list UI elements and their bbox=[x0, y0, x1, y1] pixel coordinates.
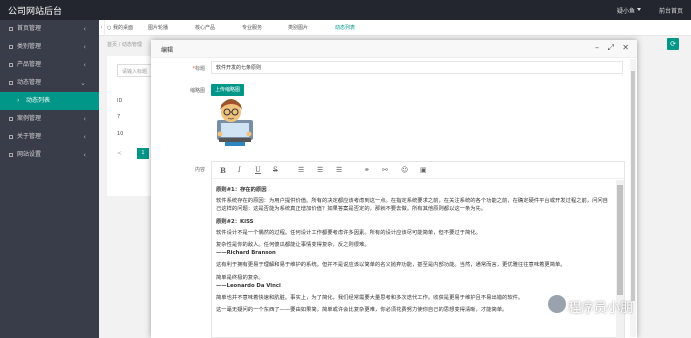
search-input[interactable]: 请输入标题 bbox=[117, 64, 153, 77]
modal-header: 编辑 – ⤢ ✕ bbox=[151, 40, 637, 58]
align-center-icon[interactable]: ☰ bbox=[317, 166, 323, 174]
title-label: *标题 bbox=[192, 66, 205, 72]
table-row[interactable]: 10 bbox=[117, 131, 123, 137]
modal-title: 编辑 bbox=[161, 47, 174, 54]
top-bar: 公司网站后台 疑小鱼 前台首页 bbox=[0, 0, 691, 20]
editor-paragraph: 软件系统存在的原因：为用户提供价值。所有的决定都应该考虑到这一点。在指定系统要求… bbox=[216, 198, 608, 213]
tab-core-products[interactable]: 核心产品 bbox=[195, 20, 215, 36]
align-left-icon[interactable]: ☰ bbox=[298, 166, 304, 174]
wechat-logo-icon bbox=[548, 295, 566, 313]
editor-toolbar: B I U S ☰ ☰ ☰ ⚭ ⚯ ☺ ▣ bbox=[212, 162, 624, 179]
pagination-prev[interactable]: < bbox=[117, 148, 122, 159]
menu-icon bbox=[9, 26, 13, 31]
chevron-left-icon: ‹ bbox=[83, 133, 86, 141]
sidebar-item-label: 类别管理 bbox=[17, 43, 42, 50]
sidebar-item-about[interactable]: 关于管理 ‹ bbox=[0, 128, 99, 146]
editor-content[interactable]: 原则#1：存在的原因软件系统存在的原因：为用户提供价值。所有的决定都应该考虑到这… bbox=[212, 180, 614, 338]
bold-icon[interactable]: B bbox=[220, 166, 226, 175]
menu-icon bbox=[9, 80, 13, 85]
unlink-icon[interactable]: ⚯ bbox=[382, 166, 388, 174]
user-caret-icon[interactable] bbox=[637, 8, 641, 11]
chevron-left-icon: ‹ bbox=[83, 25, 86, 33]
table-header-id: ID bbox=[117, 98, 123, 104]
link-icon[interactable]: ⚭ bbox=[364, 166, 370, 174]
editor-paragraph: 软件设计不是一个偶然的过程。任何设计工作都要考虑许多因素。所有的设计应该尽可能简… bbox=[216, 229, 481, 236]
upload-thumbnail-button[interactable]: 上传缩略图 bbox=[211, 84, 244, 96]
sidebar-item-label: 动态列表 bbox=[26, 97, 51, 104]
app-title: 公司网站后台 bbox=[8, 7, 63, 17]
editor-heading: 原则#1：存在的原因 bbox=[216, 187, 267, 193]
sidebar-item-label: 动态管理 bbox=[17, 79, 42, 86]
modal-scroll-thumb[interactable] bbox=[631, 71, 635, 301]
user-menu[interactable]: 疑小鱼 bbox=[617, 6, 635, 15]
table-row[interactable]: 7 bbox=[117, 114, 120, 120]
sidebar-item-news[interactable]: 动态管理 ⌄ bbox=[0, 74, 99, 92]
underline-icon[interactable]: U bbox=[255, 166, 261, 174]
title-field[interactable] bbox=[211, 61, 623, 74]
minimize-icon[interactable]: – bbox=[595, 43, 599, 52]
rich-text-editor[interactable]: B I U S ☰ ☰ ☰ ⚭ ⚯ ☺ ▣ 原则#1：存在的原因软件系统存在的原… bbox=[211, 161, 625, 338]
sidebar-item-label: 案例管理 bbox=[17, 115, 42, 122]
strikethrough-icon[interactable]: S bbox=[273, 166, 278, 174]
close-icon[interactable]: ✕ bbox=[622, 43, 629, 52]
quote-author: ——Richard Branson bbox=[216, 250, 276, 257]
chevron-left-icon: ‹ bbox=[83, 115, 86, 123]
image-icon[interactable]: ▣ bbox=[420, 166, 427, 174]
editor-scroll-thumb[interactable] bbox=[617, 185, 623, 295]
sidebar-item-category[interactable]: 类别管理 ‹ bbox=[0, 38, 99, 56]
chevron-left-icon: ‹ bbox=[83, 151, 86, 159]
chevron-down-icon: ⌄ bbox=[80, 79, 86, 87]
tab-category-images[interactable]: 类别图片 bbox=[288, 20, 308, 36]
tab-desktop[interactable]: ○ 我的桌面 bbox=[107, 20, 133, 36]
sidebar-item-case[interactable]: 案例管理 ‹ bbox=[0, 110, 99, 128]
menu-icon bbox=[9, 44, 13, 49]
tab-bar: ‹ ○ 我的桌面 图片轮播 核心产品 专业服务 类别图片 动态列表 bbox=[99, 20, 691, 36]
menu-icon bbox=[9, 152, 13, 157]
chevron-left-icon: ‹ bbox=[83, 43, 86, 51]
pagination-current[interactable]: 1 bbox=[137, 148, 149, 159]
emoji-icon[interactable]: ☺ bbox=[401, 166, 408, 174]
sidebar-item-label: 产品管理 bbox=[17, 61, 42, 68]
italic-icon[interactable]: I bbox=[238, 166, 241, 174]
thumbnail-label: 缩略图 bbox=[189, 88, 205, 94]
sidebar-item-label: 关于管理 bbox=[17, 133, 42, 140]
sidebar-item-news-list[interactable]: › 动态列表 bbox=[0, 92, 99, 110]
maximize-icon[interactable]: ⤢ bbox=[608, 43, 614, 53]
home-link[interactable]: 前台首页 bbox=[659, 6, 683, 15]
menu-icon bbox=[9, 62, 13, 67]
sidebar-item-label: 首页管理 bbox=[17, 25, 42, 32]
menu-icon bbox=[9, 134, 13, 139]
chevron-left-icon: ‹ bbox=[83, 61, 86, 69]
chevron-right-icon: › bbox=[17, 97, 20, 104]
sidebar-item-product[interactable]: 产品管理 ‹ bbox=[0, 56, 99, 74]
sidebar-item-home[interactable]: 首页管理 ‹ bbox=[0, 20, 99, 38]
list-panel: 请输入标题 ID 7 10 < 1 bbox=[107, 56, 157, 196]
align-right-icon[interactable]: ☰ bbox=[336, 166, 342, 174]
editor-paragraph: 这有利于拥有更易于理解和易于维护的系统。但并不是说应该以简单的名义抛弃功能，甚至… bbox=[216, 262, 566, 269]
editor-paragraph: 复杂性是你的敌人。任何傻瓜都能让事情变得复杂，反之则很难。 ——Richard B… bbox=[216, 241, 610, 257]
refresh-button[interactable]: ⟳ bbox=[667, 38, 679, 50]
editor-paragraph: 简单是终极的复杂。 ——Leonardo Da Vinci bbox=[216, 274, 610, 290]
tab-news-list[interactable]: 动态列表 bbox=[335, 20, 355, 36]
tab-scroll-left-icon[interactable]: ‹ bbox=[99, 20, 105, 36]
menu-icon bbox=[9, 116, 13, 121]
editor-heading: 原则#2：KISS bbox=[216, 218, 254, 225]
sidebar-item-settings[interactable]: 网站设置 ‹ bbox=[0, 146, 99, 164]
edit-modal: 编辑 – ⤢ ✕ *标题 缩略图 上传缩略图 内容 B I U S ☰ ☰ ☰ bbox=[151, 40, 637, 338]
content-label: 内容 bbox=[194, 167, 205, 173]
sidebar: 首页管理 ‹ 类别管理 ‹ 产品管理 ‹ 动态管理 ⌄ › 动态列表 案例管理 ‹ 关于管理… bbox=[0, 20, 99, 338]
tab-carousel[interactable]: 图片轮播 bbox=[148, 20, 168, 36]
sidebar-item-label: 网站设置 bbox=[17, 151, 42, 158]
tab-services[interactable]: 专业服务 bbox=[242, 20, 262, 36]
modal-scrollbar[interactable] bbox=[630, 59, 636, 337]
watermark: 程序员小朋 bbox=[568, 301, 634, 316]
breadcrumb: 首页 / 动态管理 bbox=[107, 42, 142, 48]
quote-author: ——Leonardo Da Vinci bbox=[216, 282, 281, 289]
thumbnail-image bbox=[211, 98, 256, 148]
